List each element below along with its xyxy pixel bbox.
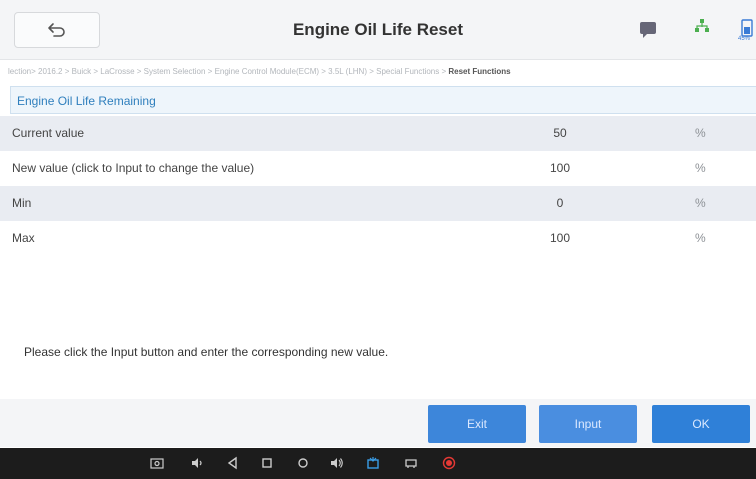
system-nav-bar — [0, 448, 756, 479]
table-row: Current value 50 % — [0, 116, 756, 151]
row-unit: % — [695, 126, 706, 140]
volume-up-icon[interactable] — [330, 456, 344, 470]
title-bar: Engine Oil Life Reset 45% — [0, 0, 756, 60]
breadcrumb-current: Reset Functions — [448, 67, 511, 76]
row-name: Min — [12, 196, 32, 210]
car-connect-icon[interactable] — [404, 456, 418, 470]
ok-button[interactable]: OK — [652, 405, 750, 443]
breadcrumb: lection> 2016.2 > Buick > LaCrosse > Sys… — [0, 60, 756, 84]
screenshot-icon[interactable] — [150, 456, 164, 470]
action-bar — [0, 399, 756, 447]
row-unit: % — [695, 231, 706, 245]
table-row: Min 0 % — [0, 186, 756, 221]
record-icon[interactable] — [442, 456, 456, 470]
vci-icon[interactable] — [366, 456, 380, 470]
row-unit: % — [695, 196, 706, 210]
table-row[interactable]: New value (click to Input to change the … — [0, 151, 756, 186]
row-value: 0 — [556, 196, 564, 210]
row-name: Current value — [12, 126, 85, 140]
home-nav-icon[interactable] — [260, 456, 274, 470]
row-unit: % — [695, 161, 706, 175]
row-value: 100 — [549, 231, 571, 245]
input-button[interactable]: Input — [539, 405, 637, 443]
row-value: 100 — [549, 161, 571, 175]
network-icon[interactable] — [695, 19, 709, 35]
volume-down-icon[interactable] — [190, 456, 204, 470]
row-name: Max — [12, 231, 35, 245]
chat-icon[interactable] — [640, 22, 656, 38]
back-nav-icon[interactable] — [226, 456, 240, 470]
breadcrumb-path: lection> 2016.2 > Buick > LaCrosse > Sys… — [8, 67, 449, 76]
exit-button[interactable]: Exit — [428, 405, 526, 443]
row-value: 50 — [553, 126, 567, 140]
recent-apps-icon[interactable] — [296, 456, 310, 470]
instruction-text: Please click the Input button and enter … — [24, 345, 389, 359]
row-name: New value (click to Input to change the … — [12, 161, 255, 175]
table-row: Max 100 % — [0, 221, 756, 256]
battery-level: 45% — [738, 36, 751, 42]
section-title: Engine Oil Life Remaining — [10, 86, 756, 114]
value-table: Current value 50 % New value (click to I… — [0, 116, 756, 256]
